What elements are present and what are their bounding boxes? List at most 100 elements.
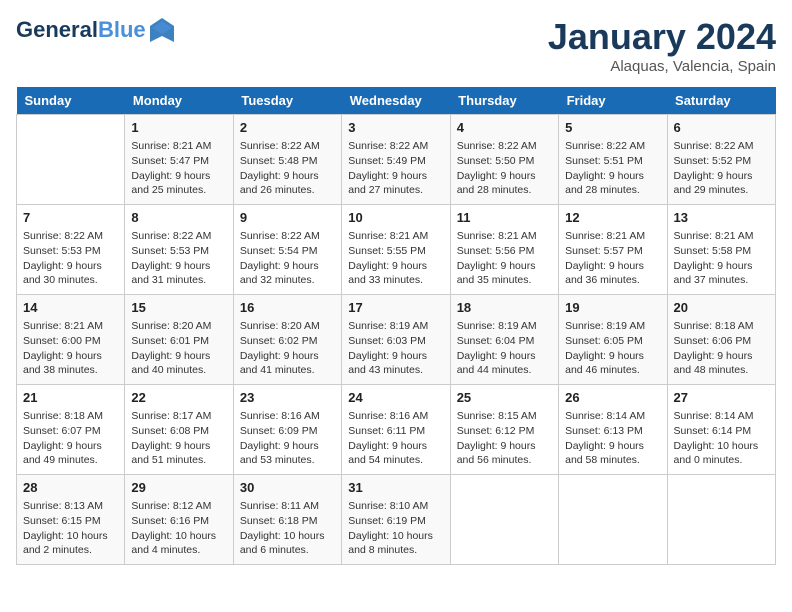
calendar-cell: 29 Sunrise: 8:12 AM Sunset: 6:16 PM Dayli… <box>125 475 233 565</box>
calendar-cell: 12 Sunrise: 8:21 AM Sunset: 5:57 PM Dayli… <box>559 205 667 295</box>
day-number: 19 <box>565 299 660 317</box>
day-number: 7 <box>23 209 118 227</box>
cell-content: Sunrise: 8:21 AM Sunset: 5:58 PM Dayligh… <box>674 229 769 288</box>
header-row: SundayMondayTuesdayWednesdayThursdayFrid… <box>17 87 776 115</box>
day-number: 17 <box>348 299 443 317</box>
calendar-cell: 14 Sunrise: 8:21 AM Sunset: 6:00 PM Dayli… <box>17 295 125 385</box>
calendar-cell: 23 Sunrise: 8:16 AM Sunset: 6:09 PM Dayli… <box>233 385 341 475</box>
day-number: 31 <box>348 479 443 497</box>
day-number: 16 <box>240 299 335 317</box>
day-number: 25 <box>457 389 552 407</box>
day-number: 10 <box>348 209 443 227</box>
col-header-tuesday: Tuesday <box>233 87 341 115</box>
cell-content: Sunrise: 8:16 AM Sunset: 6:11 PM Dayligh… <box>348 409 443 468</box>
day-number: 18 <box>457 299 552 317</box>
calendar-cell: 27 Sunrise: 8:14 AM Sunset: 6:14 PM Dayli… <box>667 385 775 475</box>
calendar-cell: 9 Sunrise: 8:22 AM Sunset: 5:54 PM Daylig… <box>233 205 341 295</box>
cell-content: Sunrise: 8:10 AM Sunset: 6:19 PM Dayligh… <box>348 499 443 558</box>
cell-content: Sunrise: 8:19 AM Sunset: 6:03 PM Dayligh… <box>348 319 443 378</box>
cell-content: Sunrise: 8:20 AM Sunset: 6:02 PM Dayligh… <box>240 319 335 378</box>
cell-content: Sunrise: 8:21 AM Sunset: 5:56 PM Dayligh… <box>457 229 552 288</box>
day-number: 12 <box>565 209 660 227</box>
calendar-cell: 1 Sunrise: 8:21 AM Sunset: 5:47 PM Daylig… <box>125 115 233 205</box>
calendar-cell: 28Sunrise: 8:13 AM Sunset: 6:15 PM Dayli… <box>17 475 125 565</box>
day-number: 20 <box>674 299 769 317</box>
month-title: January 2024 <box>548 16 776 58</box>
calendar-cell: 26 Sunrise: 8:14 AM Sunset: 6:13 PM Dayli… <box>559 385 667 475</box>
calendar-cell: 21Sunrise: 8:18 AM Sunset: 6:07 PM Dayli… <box>17 385 125 475</box>
day-number: 22 <box>131 389 226 407</box>
calendar-cell: 3Sunrise: 8:22 AM Sunset: 5:49 PM Daylig… <box>342 115 450 205</box>
col-header-friday: Friday <box>559 87 667 115</box>
week-row-5: 28Sunrise: 8:13 AM Sunset: 6:15 PM Dayli… <box>17 475 776 565</box>
day-number: 13 <box>674 209 769 227</box>
day-number: 11 <box>457 209 552 227</box>
calendar-cell: 20 Sunrise: 8:18 AM Sunset: 6:06 PM Dayli… <box>667 295 775 385</box>
cell-content: Sunrise: 8:22 AM Sunset: 5:53 PM Dayligh… <box>131 229 226 288</box>
calendar-cell <box>667 475 775 565</box>
day-number: 21 <box>23 389 118 407</box>
calendar-header: SundayMondayTuesdayWednesdayThursdayFrid… <box>17 87 776 115</box>
cell-content: Sunrise: 8:21 AM Sunset: 5:57 PM Dayligh… <box>565 229 660 288</box>
col-header-thursday: Thursday <box>450 87 558 115</box>
day-number: 26 <box>565 389 660 407</box>
cell-content: Sunrise: 8:16 AM Sunset: 6:09 PM Dayligh… <box>240 409 335 468</box>
calendar-cell: 18 Sunrise: 8:19 AM Sunset: 6:04 PM Dayli… <box>450 295 558 385</box>
week-row-3: 14 Sunrise: 8:21 AM Sunset: 6:00 PM Dayli… <box>17 295 776 385</box>
cell-content: Sunrise: 8:14 AM Sunset: 6:13 PM Dayligh… <box>565 409 660 468</box>
day-number: 15 <box>131 299 226 317</box>
calendar-cell: 2Sunrise: 8:22 AM Sunset: 5:48 PM Daylig… <box>233 115 341 205</box>
calendar-cell: 6Sunrise: 8:22 AM Sunset: 5:52 PM Daylig… <box>667 115 775 205</box>
cell-content: Sunrise: 8:22 AM Sunset: 5:54 PM Dayligh… <box>240 229 335 288</box>
day-number: 14 <box>23 299 118 317</box>
day-number: 23 <box>240 389 335 407</box>
cell-content: Sunrise: 8:22 AM Sunset: 5:49 PM Dayligh… <box>348 139 443 198</box>
cell-content: Sunrise: 8:19 AM Sunset: 6:05 PM Dayligh… <box>565 319 660 378</box>
cell-content: Sunrise: 8:22 AM Sunset: 5:52 PM Dayligh… <box>674 139 769 198</box>
location: Alaquas, Valencia, Spain <box>548 58 776 75</box>
calendar-cell: 10 Sunrise: 8:21 AM Sunset: 5:55 PM Dayli… <box>342 205 450 295</box>
title-block: January 2024 Alaquas, Valencia, Spain <box>548 16 776 75</box>
day-number: 9 <box>240 209 335 227</box>
day-number: 5 <box>565 119 660 137</box>
day-number: 1 <box>131 119 226 137</box>
calendar-cell: 15 Sunrise: 8:20 AM Sunset: 6:01 PM Dayli… <box>125 295 233 385</box>
day-number: 29 <box>131 479 226 497</box>
calendar-cell: 13 Sunrise: 8:21 AM Sunset: 5:58 PM Dayli… <box>667 205 775 295</box>
calendar-cell: 5Sunrise: 8:22 AM Sunset: 5:51 PM Daylig… <box>559 115 667 205</box>
calendar-cell <box>450 475 558 565</box>
day-number: 8 <box>131 209 226 227</box>
logo-text: GeneralBlue <box>16 18 146 42</box>
calendar-cell: 24Sunrise: 8:16 AM Sunset: 6:11 PM Dayli… <box>342 385 450 475</box>
day-number: 27 <box>674 389 769 407</box>
calendar-cell: 19 Sunrise: 8:19 AM Sunset: 6:05 PM Dayli… <box>559 295 667 385</box>
calendar-cell: 7Sunrise: 8:22 AM Sunset: 5:53 PM Daylig… <box>17 205 125 295</box>
col-header-sunday: Sunday <box>17 87 125 115</box>
cell-content: Sunrise: 8:21 AM Sunset: 6:00 PM Dayligh… <box>23 319 118 378</box>
calendar-cell: 30Sunrise: 8:11 AM Sunset: 6:18 PM Dayli… <box>233 475 341 565</box>
calendar-cell: 22 Sunrise: 8:17 AM Sunset: 6:08 PM Dayli… <box>125 385 233 475</box>
cell-content: Sunrise: 8:21 AM Sunset: 5:55 PM Dayligh… <box>348 229 443 288</box>
cell-content: Sunrise: 8:21 AM Sunset: 5:47 PM Dayligh… <box>131 139 226 198</box>
cell-content: Sunrise: 8:15 AM Sunset: 6:12 PM Dayligh… <box>457 409 552 468</box>
page-header: GeneralBlue January 2024 Alaquas, Valenc… <box>16 16 776 75</box>
week-row-2: 7 Sunrise: 8:22 AM Sunset: 5:53 PM Daylig… <box>17 205 776 295</box>
cell-content: Sunrise: 8:22 AM Sunset: 5:48 PM Dayligh… <box>240 139 335 198</box>
week-row-1: 1 Sunrise: 8:21 AM Sunset: 5:47 PM Daylig… <box>17 115 776 205</box>
cell-content: Sunrise: 8:20 AM Sunset: 6:01 PM Dayligh… <box>131 319 226 378</box>
cell-content: Sunrise: 8:18 AM Sunset: 6:06 PM Dayligh… <box>674 319 769 378</box>
calendar-body: 1 Sunrise: 8:21 AM Sunset: 5:47 PM Daylig… <box>17 115 776 565</box>
cell-content: Sunrise: 8:14 AM Sunset: 6:14 PM Dayligh… <box>674 409 769 468</box>
cell-content: Sunrise: 8:11 AM Sunset: 6:18 PM Dayligh… <box>240 499 335 558</box>
col-header-saturday: Saturday <box>667 87 775 115</box>
logo-icon <box>148 16 176 44</box>
cell-content: Sunrise: 8:17 AM Sunset: 6:08 PM Dayligh… <box>131 409 226 468</box>
calendar-cell: 8 Sunrise: 8:22 AM Sunset: 5:53 PM Daylig… <box>125 205 233 295</box>
cell-content: Sunrise: 8:19 AM Sunset: 6:04 PM Dayligh… <box>457 319 552 378</box>
logo: GeneralBlue <box>16 16 176 44</box>
cell-content: Sunrise: 8:12 AM Sunset: 6:16 PM Dayligh… <box>131 499 226 558</box>
cell-content: Sunrise: 8:22 AM Sunset: 5:50 PM Dayligh… <box>457 139 552 198</box>
calendar-cell <box>559 475 667 565</box>
day-number: 4 <box>457 119 552 137</box>
calendar-table: SundayMondayTuesdayWednesdayThursdayFrid… <box>16 87 776 565</box>
